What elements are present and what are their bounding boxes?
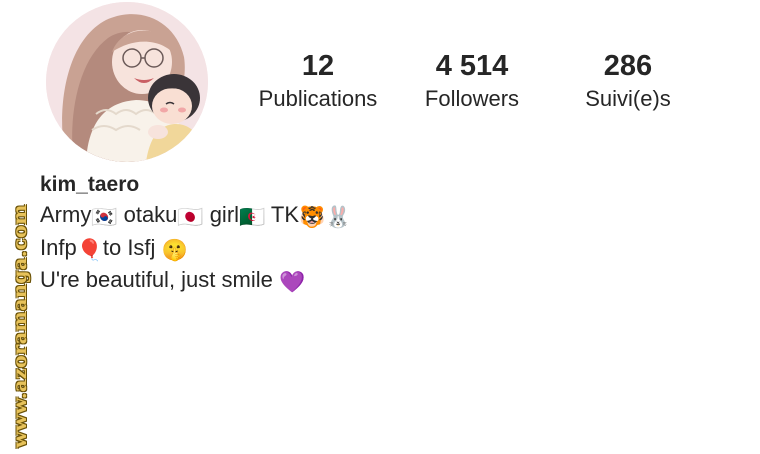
bio-text: U're beautiful, just smile (40, 267, 279, 292)
shushing-face-icon: 🤫 (161, 238, 188, 262)
bio-text: girl (203, 202, 240, 227)
bio-line-3: U're beautiful, just smile 💜 (40, 265, 305, 296)
bio-line-1: Army🇰🇷 otaku🇯🇵 girl🇩🇿 TK🐯🐰 (40, 200, 351, 231)
watermark: www.azoramanga.com (8, 204, 32, 448)
bio-line-2: Infp🎈to Isfj 🤫 (40, 233, 188, 264)
following-count: 286 (603, 50, 653, 82)
following-stat[interactable]: 286 Suivi(e)s (558, 48, 698, 114)
posts-label: Publications (258, 86, 378, 111)
following-label: Suivi(e)s (585, 86, 671, 111)
posts-stat[interactable]: 12 Publications (248, 48, 388, 114)
followers-count: 4 514 (435, 50, 509, 82)
followers-label: Followers (424, 86, 520, 111)
algeria-flag-icon: 🇩🇿 (239, 205, 266, 229)
posts-count: 12 (301, 50, 335, 82)
bio-text: otaku (117, 202, 178, 227)
rabbit-face-icon: 🐰 (325, 205, 352, 229)
bio-text: Army (40, 202, 92, 227)
profile-avatar[interactable] (46, 2, 208, 162)
bio-text: to Isfj (102, 235, 162, 260)
bio-text: Infp (40, 235, 77, 260)
watermark-text: www.azoramanga.com (9, 204, 31, 448)
purple-heart-icon: 💜 (278, 270, 306, 294)
balloon-icon: 🎈 (76, 238, 103, 262)
tiger-face-icon: 🐯 (299, 205, 326, 229)
south-korea-flag-icon: 🇰🇷 (91, 205, 118, 229)
followers-stat[interactable]: 4 514 Followers (402, 48, 542, 114)
profile-stats: 12 Publications 4 514 Followers 286 Suiv… (240, 48, 700, 128)
avatar-illustration-icon (46, 2, 208, 162)
japan-flag-icon: 🇯🇵 (177, 205, 204, 229)
bio-text: TK (265, 202, 300, 227)
profile-username: kim_taero (40, 173, 140, 196)
